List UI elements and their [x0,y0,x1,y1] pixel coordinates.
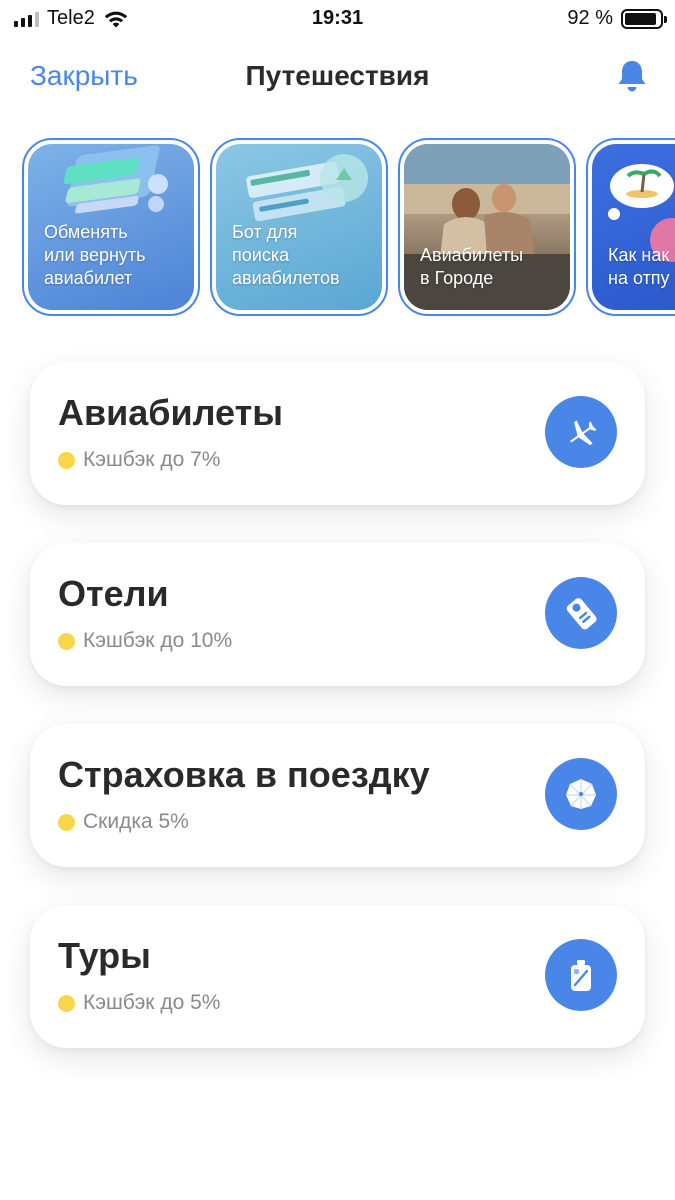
umbrella-icon [545,758,617,830]
service-subtitle-text: Кэшбэк до 7% [83,448,221,471]
story-label: Как нак на отпу [608,245,670,288]
story-card-tickets-in-gorod[interactable]: Авиабилеты в Городе [398,138,576,316]
service-title: Страховка в поездку [58,754,430,795]
story-card-exchange-ticket[interactable]: Обменять или вернуть авиабилет [22,138,200,316]
nav-bar: Закрыть Путешествия [0,40,675,114]
cashback-dot-icon [58,994,75,1012]
service-subtitle-text: Скидка 5% [83,810,189,833]
service-subtitle: Скидка 5% [58,810,189,834]
service-subtitle: Кэшбэк до 7% [58,448,220,472]
service-title: Туры [58,935,151,976]
service-subtitle: Кэшбэк до 10% [58,629,232,653]
service-subtitle-text: Кэшбэк до 10% [83,629,233,652]
service-card-flights[interactable]: Авиабилеты Кэшбэк до 7% [30,362,645,505]
discount-dot-icon [58,813,75,831]
battery-percent: 92 % [567,7,613,29]
story-card-vacation-savings[interactable]: Как нак на отпу [586,138,675,316]
cashback-dot-icon [58,451,75,469]
stories-carousel[interactable]: Обменять или вернуть авиабилет Бот для п… [22,138,675,316]
battery-icon [621,8,667,29]
service-card-insurance[interactable]: Страховка в поездку Скидка 5% [30,724,645,867]
story-label: Бот для поиска авиабилетов [232,222,340,288]
story-label: Авиабилеты в Городе [420,245,524,288]
cashback-dot-icon [58,632,75,650]
status-bar: Tele2 19:31 92 % [0,0,675,40]
suitcase-icon [545,939,617,1011]
bell-icon[interactable] [615,58,649,94]
status-right: 92 % [567,7,667,30]
service-title: Отели [58,573,169,614]
story-label: Обменять или вернуть авиабилет [44,222,146,288]
service-title: Авиабилеты [58,392,283,433]
story-card-ticket-bot[interactable]: Бот для поиска авиабилетов [210,138,388,316]
page-title: Путешествия [245,60,430,91]
battery-level [625,12,657,25]
service-subtitle: Кэшбэк до 5% [58,991,220,1015]
door-hanger-icon [545,577,617,649]
service-card-tours[interactable]: Туры Кэшбэк до 5% [30,905,645,1048]
airplane-icon [545,396,617,468]
service-card-hotels[interactable]: Отели Кэшбэк до 10% [30,543,645,686]
service-subtitle-text: Кэшбэк до 5% [83,991,221,1014]
